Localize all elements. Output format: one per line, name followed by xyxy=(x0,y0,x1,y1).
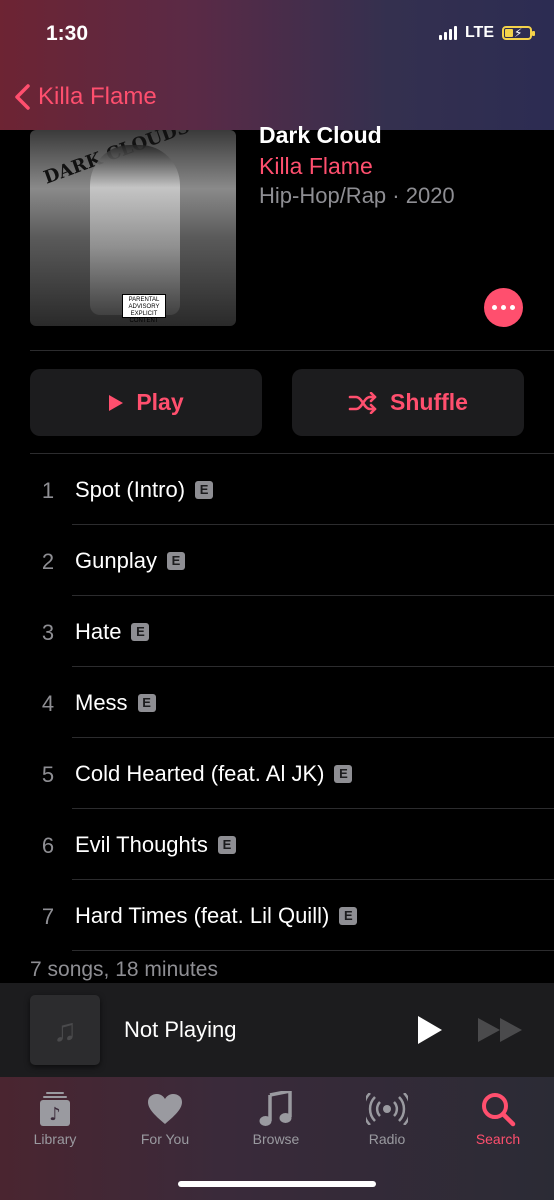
divider xyxy=(30,350,554,351)
back-label: Killa Flame xyxy=(38,83,157,110)
tab-browse[interactable]: Browse xyxy=(221,1087,331,1147)
signal-icon xyxy=(438,26,457,40)
track-title: Gunplay xyxy=(75,548,157,573)
track-number: 5 xyxy=(41,762,55,787)
track-number: 6 xyxy=(41,833,55,858)
chevron-left-icon xyxy=(15,84,30,110)
track-number: 3 xyxy=(41,620,55,645)
tab-label: Library xyxy=(33,1131,77,1147)
track-row[interactable]: 7 Hard Times (feat. Lil Quill) E xyxy=(0,880,554,951)
play-icon[interactable] xyxy=(412,1013,446,1047)
home-indicator[interactable] xyxy=(178,1181,376,1187)
album-genre-year: Hip-Hop/Rap · 2020 xyxy=(259,183,455,208)
status-indicators: LTE ⚡ xyxy=(438,24,535,42)
tab-library[interactable]: ♪ Library xyxy=(0,1087,110,1147)
more-options-button[interactable] xyxy=(484,288,523,327)
shuffle-label: Shuffle xyxy=(390,389,468,415)
album-art-figure xyxy=(90,145,180,315)
explicit-badge-icon: E xyxy=(131,623,150,641)
track-title: Hard Times (feat. Lil Quill) xyxy=(75,903,330,928)
tab-search[interactable]: Search xyxy=(443,1087,553,1147)
parental-advisory-label: PARENTAL ADVISORY EXPLICIT CONTENT xyxy=(122,294,166,324)
tab-label: For You xyxy=(140,1131,190,1147)
album-artist-link[interactable]: Killa Flame xyxy=(259,153,373,180)
play-label: Play xyxy=(136,389,184,415)
radio-icon xyxy=(366,1093,408,1125)
mini-player[interactable]: ♫ Not Playing xyxy=(0,983,554,1077)
explicit-badge-icon: E xyxy=(334,765,353,783)
shuffle-button[interactable]: Shuffle xyxy=(292,369,524,436)
music-note-icon: ♫ xyxy=(30,995,100,1065)
tab-for-you[interactable]: For You xyxy=(110,1087,220,1147)
search-icon xyxy=(482,1093,516,1127)
more-dot-icon xyxy=(510,305,515,310)
explicit-badge-icon: E xyxy=(339,907,358,925)
now-playing-title: Not Playing xyxy=(124,1017,237,1042)
track-title: Mess xyxy=(75,690,128,715)
library-icon: ♪ xyxy=(40,1092,70,1126)
track-row[interactable]: 3 Hate E xyxy=(0,596,554,667)
back-button[interactable]: Killa Flame xyxy=(12,82,157,112)
status-time: 1:30 xyxy=(46,22,89,45)
track-number: 4 xyxy=(41,691,55,716)
tab-label: Radio xyxy=(368,1131,406,1147)
track-number: 1 xyxy=(41,478,55,503)
track-title: Hate xyxy=(75,619,122,644)
tab-radio[interactable]: Radio xyxy=(332,1087,442,1147)
fast-forward-icon[interactable] xyxy=(476,1013,526,1047)
track-number: 7 xyxy=(41,904,55,929)
track-row[interactable]: 6 Evil Thoughts E xyxy=(0,809,554,880)
more-dot-icon xyxy=(501,305,506,310)
network-label: LTE xyxy=(464,24,494,41)
heart-icon xyxy=(148,1094,182,1124)
track-row[interactable]: 2 Gunplay E xyxy=(0,525,554,596)
play-button[interactable]: Play xyxy=(30,369,262,436)
svg-text:♪: ♪ xyxy=(49,1104,61,1125)
play-icon xyxy=(109,394,124,411)
track-title: Cold Hearted (feat. Al JK) xyxy=(75,761,325,786)
album-artwork[interactable]: DARK CLOUDS PARENTAL ADVISORY EXPLICIT C… xyxy=(30,130,236,326)
track-row[interactable]: 5 Cold Hearted (feat. Al JK) E xyxy=(0,738,554,809)
explicit-badge-icon: E xyxy=(217,836,236,854)
divider xyxy=(72,950,554,951)
explicit-badge-icon: E xyxy=(137,694,156,712)
music-note-icon xyxy=(259,1091,292,1126)
tab-label: Search xyxy=(475,1131,521,1147)
battery-icon: ⚡ xyxy=(502,26,535,40)
album-summary: 7 songs, 18 minutes xyxy=(30,958,218,981)
explicit-badge-icon: E xyxy=(195,481,214,499)
track-row[interactable]: 4 Mess E xyxy=(0,667,554,738)
track-title: Spot (Intro) xyxy=(75,477,186,502)
more-dot-icon xyxy=(492,305,497,310)
shuffle-icon xyxy=(348,391,377,414)
track-row[interactable]: 1 Spot (Intro) E xyxy=(0,454,554,525)
album-title: Dark Cloud xyxy=(259,122,382,148)
tab-label: Browse xyxy=(252,1131,300,1147)
track-number: 2 xyxy=(41,549,55,574)
explicit-badge-icon: E xyxy=(166,552,185,570)
track-title: Evil Thoughts xyxy=(75,832,208,857)
